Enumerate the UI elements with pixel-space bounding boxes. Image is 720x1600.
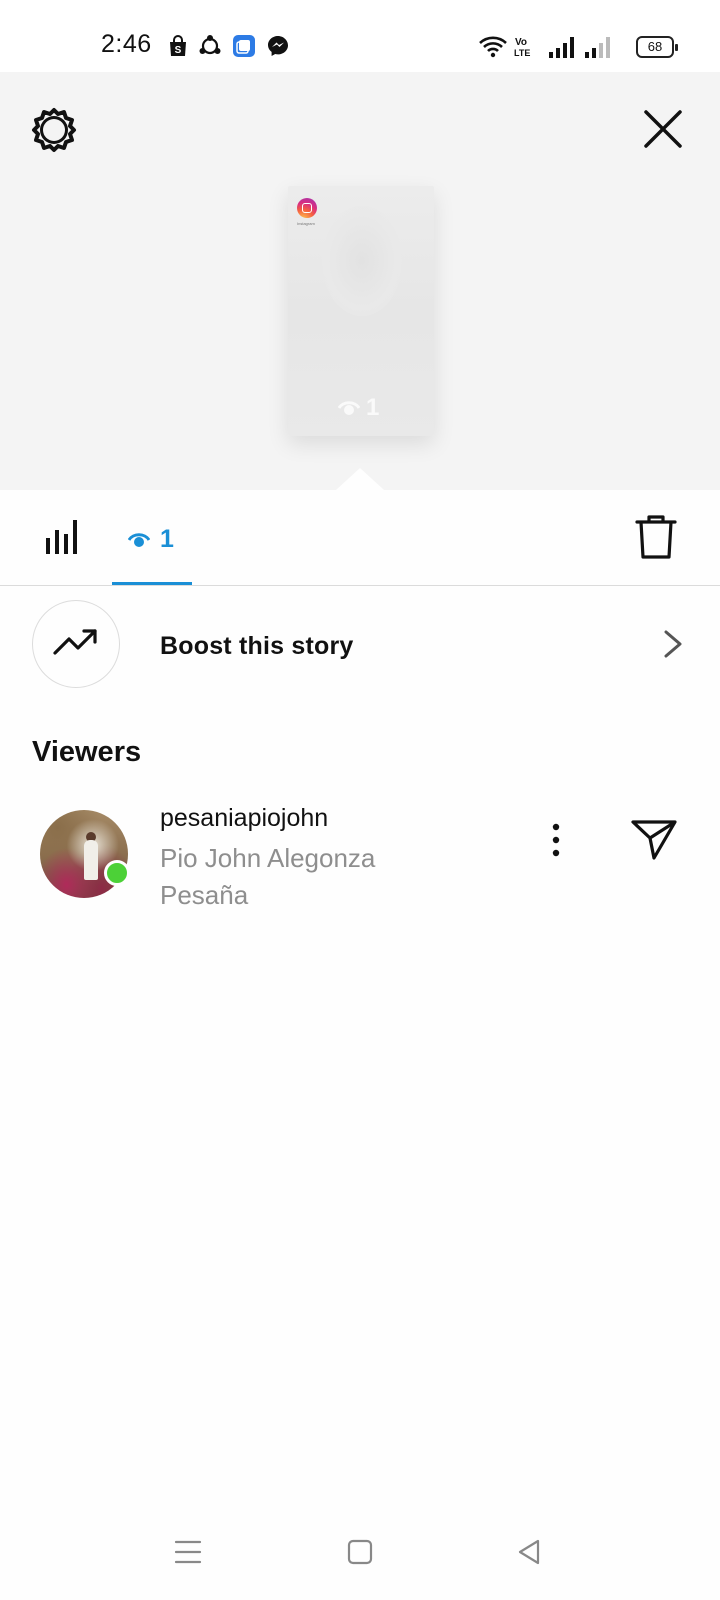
viewers-tab-count: 1 — [160, 525, 174, 553]
story-thumbnail[interactable]: Instagram 1 — [288, 186, 434, 436]
shopping-bag-icon: S — [170, 35, 186, 56]
story-app-label: Instagram — [297, 221, 315, 226]
active-tab-indicator — [112, 582, 192, 585]
send-message-icon[interactable] — [630, 818, 678, 862]
boost-icon-circle — [32, 600, 120, 688]
boost-story-label: Boost this story — [160, 632, 354, 660]
trending-up-icon — [53, 629, 97, 655]
story-view-count-value: 1 — [366, 394, 380, 421]
wifi-icon — [479, 36, 507, 58]
story-tabs: 1 — [0, 490, 720, 586]
system-navigation-bar — [0, 1520, 720, 1600]
story-preview-area: Instagram 1 — [0, 72, 720, 490]
close-icon[interactable] — [640, 106, 686, 152]
viewer-list-item[interactable]: pesaniapiojohn Pio John Alegonza Pesaña — [0, 800, 720, 910]
status-bar: 2:46 S Vo LTE 68 — [0, 0, 720, 72]
status-time: 2:46 — [101, 30, 152, 58]
back-triangle-icon[interactable] — [514, 1536, 546, 1568]
menu-recent-apps-icon[interactable] — [172, 1536, 204, 1568]
boost-story-row[interactable]: Boost this story — [0, 596, 720, 696]
online-status-indicator — [104, 860, 130, 886]
signal-strength-icon — [549, 37, 574, 58]
messenger-icon — [268, 36, 288, 56]
share-app-icon — [199, 35, 221, 55]
volte-icon: Vo LTE — [514, 37, 530, 58]
viewer-username[interactable]: pesaniapiojohn — [160, 804, 328, 833]
signal-strength-sim2-icon — [585, 37, 610, 58]
avatar-person-body — [84, 840, 98, 880]
eye-icon — [338, 401, 360, 415]
chevron-right-icon — [664, 630, 682, 658]
viewers-heading: Viewers — [32, 736, 142, 768]
insights-bar-chart-icon[interactable] — [44, 518, 80, 554]
eye-icon — [128, 532, 150, 547]
more-options-icon[interactable] — [544, 820, 568, 860]
svg-text:Vo: Vo — [515, 37, 527, 48]
instagram-logo-icon — [297, 198, 317, 218]
selected-story-caret — [336, 468, 384, 490]
svg-text:LTE: LTE — [514, 48, 530, 58]
battery-indicator: 68 — [636, 36, 678, 58]
story-image — [322, 206, 402, 316]
settings-gear-icon[interactable] — [30, 106, 78, 154]
trash-icon[interactable] — [634, 514, 678, 560]
tab-viewers[interactable]: 1 — [112, 490, 192, 586]
app-notification-icon — [233, 35, 255, 57]
viewer-full-name: Pio John Alegonza Pesaña — [160, 843, 376, 910]
svg-text:S: S — [175, 45, 182, 56]
story-view-count: 1 — [338, 394, 379, 422]
home-square-icon[interactable] — [344, 1536, 376, 1568]
